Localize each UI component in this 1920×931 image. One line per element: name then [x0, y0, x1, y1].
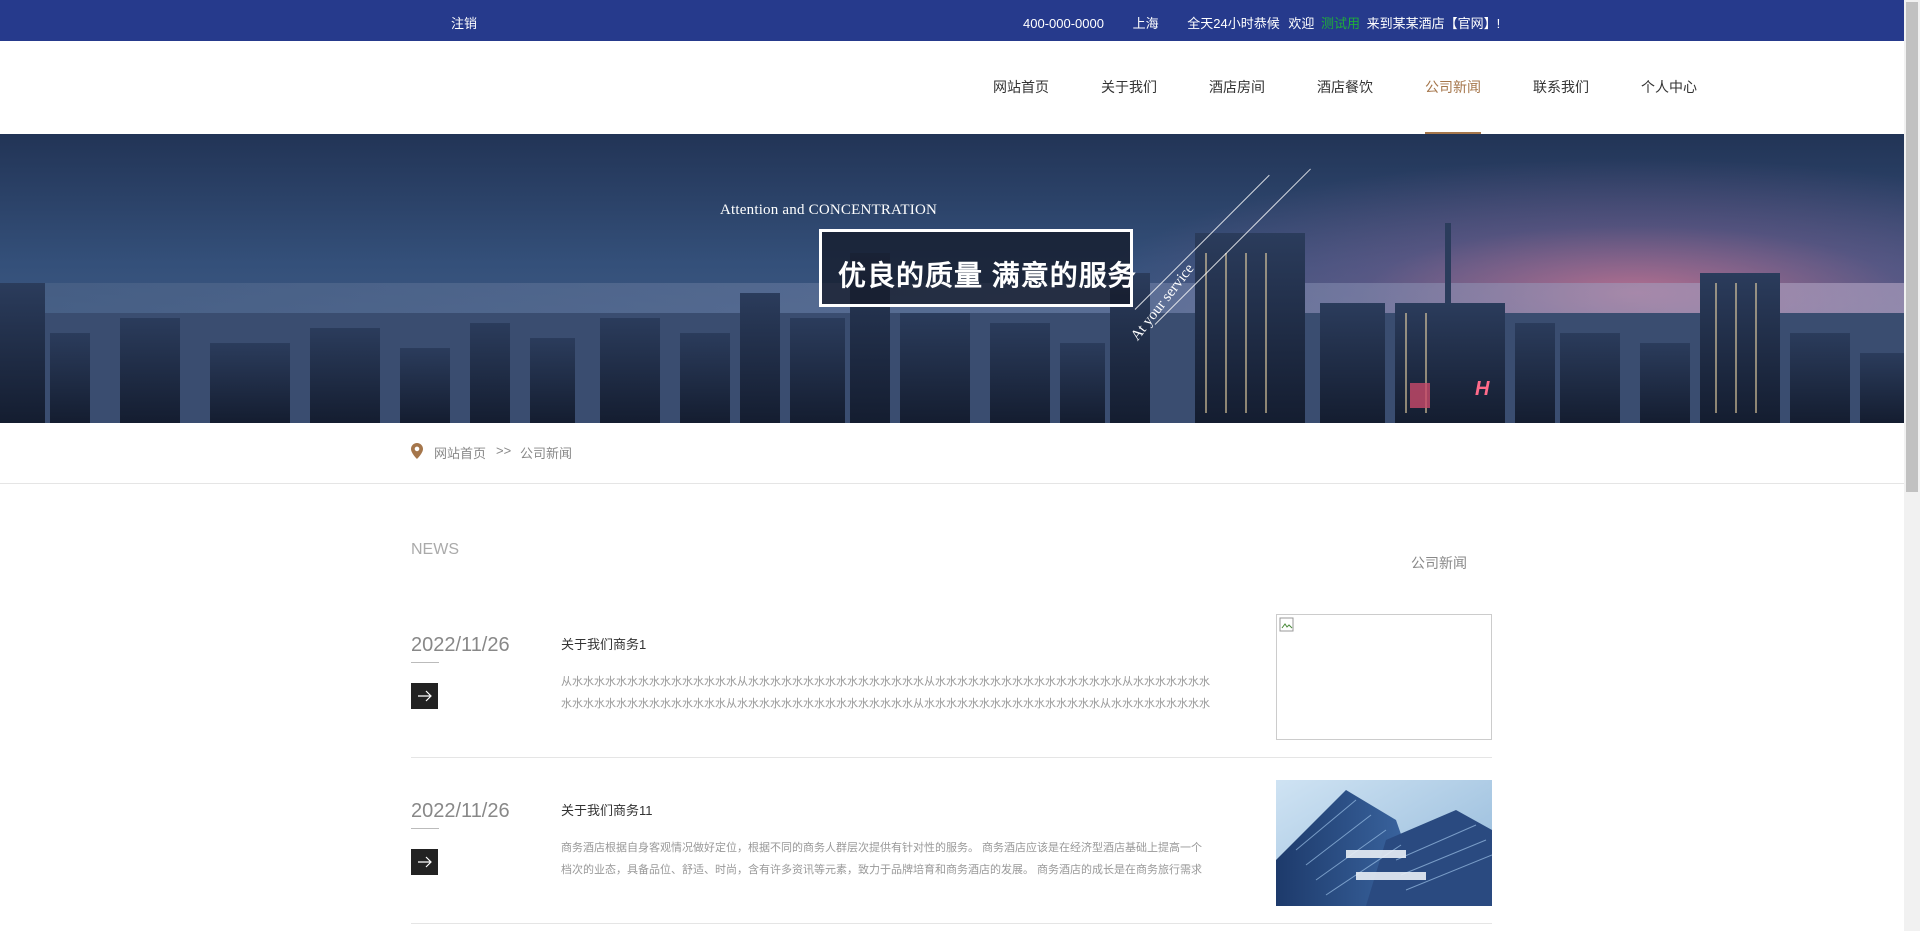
location-pin-icon — [411, 443, 423, 462]
arrow-right-icon — [418, 690, 432, 702]
news-title[interactable]: 关于我们商务1 — [561, 634, 646, 653]
welcome-prefix: 欢迎 — [1288, 16, 1315, 31]
broken-image-icon — [1279, 617, 1294, 632]
read-more-button[interactable] — [411, 849, 438, 875]
logout-link[interactable]: 注销 — [451, 13, 477, 32]
arrow-right-icon — [418, 856, 432, 868]
news-divider — [411, 757, 1492, 758]
breadcrumb-separator: >> — [496, 443, 512, 458]
news-date: 2022/11/26 — [411, 634, 510, 656]
welcome-suffix: 来到某某酒店【官网】! — [1366, 16, 1501, 31]
read-more-button[interactable] — [411, 683, 438, 709]
news-thumbnail[interactable] — [1276, 614, 1492, 740]
top-bar: 注销 400-000-0000 上海 全天24小时恭候 欢迎 测试用 来到某某酒… — [0, 0, 1904, 41]
section-label: NEWS — [411, 541, 459, 558]
username[interactable]: 测试用 — [1321, 16, 1360, 31]
news-date: 2022/11/26 — [411, 800, 510, 822]
section-side-title[interactable]: 公司新闻 — [1411, 553, 1467, 573]
top-bar-info: 400-000-0000 上海 全天24小时恭候 欢迎 测试用 来到某某酒店【官… — [1023, 13, 1500, 32]
svg-text:H: H — [1475, 378, 1490, 400]
breadcrumb-current[interactable]: 公司新闻 — [520, 443, 572, 462]
news-thumbnail[interactable] — [1276, 780, 1492, 906]
breadcrumb-home[interactable]: 网站首页 — [434, 443, 486, 462]
city: 上海 — [1132, 16, 1159, 31]
scrollbar-thumb[interactable] — [1906, 2, 1918, 492]
nav-item-rooms[interactable]: 酒店房间 — [1209, 41, 1265, 134]
date-underline — [411, 828, 439, 829]
nav-item-about[interactable]: 关于我们 — [1101, 41, 1157, 134]
news-description: 商务酒店根据自身客观情况做好定位，根据不同的商务人群层次提供有针对性的服务。 商… — [561, 842, 1203, 876]
nav-item-contact[interactable]: 联系我们 — [1533, 41, 1589, 134]
banner-slogan: 优良的质量 满意的服务 — [838, 260, 1137, 291]
news-divider — [411, 923, 1492, 924]
news-description: 从水水水水水水水水水水水水水水水从水水水水水水水水水水水水水水水水从水水水水水水… — [561, 676, 1210, 710]
building-photo — [1276, 780, 1492, 906]
nav-item-dining[interactable]: 酒店餐饮 — [1317, 41, 1373, 134]
nav-item-home[interactable]: 网站首页 — [993, 41, 1049, 134]
nav-item-profile[interactable]: 个人中心 — [1641, 41, 1697, 134]
date-underline — [411, 662, 439, 663]
news-title[interactable]: 关于我们商务11 — [561, 800, 653, 819]
main-nav: 网站首页 关于我们 酒店房间 酒店餐饮 公司新闻 联系我们 个人中心 — [0, 41, 1904, 134]
hero-banner: H Attention and CONCENTRATION 优良的质量 满意的服… — [0, 134, 1904, 423]
nav-item-news[interactable]: 公司新闻 — [1425, 41, 1481, 134]
scrollbar[interactable] — [1904, 0, 1920, 931]
banner-tagline: Attention and CONCENTRATION — [720, 202, 938, 218]
service-hours: 全天24小时恭候 — [1187, 16, 1280, 31]
breadcrumb: 网站首页 >> 公司新闻 — [0, 423, 1904, 484]
phone-number: 400-000-0000 — [1023, 16, 1104, 31]
